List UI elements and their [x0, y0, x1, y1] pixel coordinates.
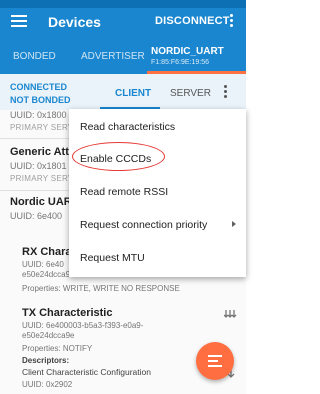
disconnect-button[interactable]: DISCONNECT — [155, 15, 230, 27]
list-icon-line — [208, 365, 222, 367]
app-bar: Devices DISCONNECT — [0, 8, 246, 38]
connection-status-bar: CONNECTED NOT BONDED CLIENT SERVER — [0, 74, 246, 110]
characteristic-properties: Properties: WRITE, WRITE NO RESPONSE — [22, 284, 180, 293]
highlight-circle — [72, 142, 165, 171]
status-bar — [0, 0, 246, 8]
device-mac-address: F1:85:F6:9E:19:56 — [151, 59, 209, 66]
chevron-right-icon — [232, 221, 236, 227]
service-uuid: UUID: 0x1801 — [10, 161, 67, 171]
app-title: Devices — [48, 14, 101, 30]
tab-server[interactable]: SERVER — [170, 88, 211, 99]
characteristic-uuid: UUID: 6e40 — [22, 260, 64, 269]
characteristic-uuid-cont: e50e24dcca9e — [22, 331, 75, 340]
characteristic-uuid: UUID: 6e400003-b5a3-f393-e0a9- — [22, 321, 144, 330]
menu-item-request-mtu[interactable]: Request MTU — [80, 252, 145, 264]
service-uuid: UUID: 6e400 — [10, 211, 63, 221]
descriptor-name[interactable]: Client Characteristic Configuration — [22, 367, 151, 377]
service-name[interactable]: Generic Att — [10, 146, 69, 158]
descriptors-label: Descriptors: — [22, 356, 70, 365]
connection-state: CONNECTED — [10, 82, 68, 92]
descriptor-uuid: UUID: 0x2902 — [22, 380, 73, 389]
menu-item-request-connection-priority[interactable]: Request connection priority — [80, 219, 207, 231]
menu-item-read-characteristics[interactable]: Read characteristics — [80, 121, 175, 133]
bond-state: NOT BONDED — [10, 95, 71, 105]
tab-client[interactable]: CLIENT — [115, 88, 151, 99]
more-vert-icon[interactable] — [224, 85, 228, 101]
characteristic-name[interactable]: TX Characteristic — [22, 307, 112, 319]
overflow-menu: Read characteristics Enable CCCDs Read r… — [69, 109, 246, 277]
device-tabs: BONDED ADVERTISER NORDIC_UART F1:85:F6:9… — [0, 38, 246, 74]
list-icon-line — [208, 360, 218, 362]
notify-arrows-icon[interactable] — [224, 308, 238, 320]
service-uuid: UUID: 0x1800 — [10, 110, 67, 120]
menu-item-read-remote-rssi[interactable]: Read remote RSSI — [80, 186, 168, 198]
more-vert-icon[interactable] — [230, 14, 234, 32]
fab-button[interactable] — [196, 342, 234, 380]
characteristic-properties: Properties: NOTIFY — [22, 344, 93, 353]
characteristic-uuid-cont: e50e24dcca9e — [22, 270, 75, 279]
hamburger-icon[interactable] — [11, 15, 27, 29]
list-icon — [208, 355, 222, 357]
